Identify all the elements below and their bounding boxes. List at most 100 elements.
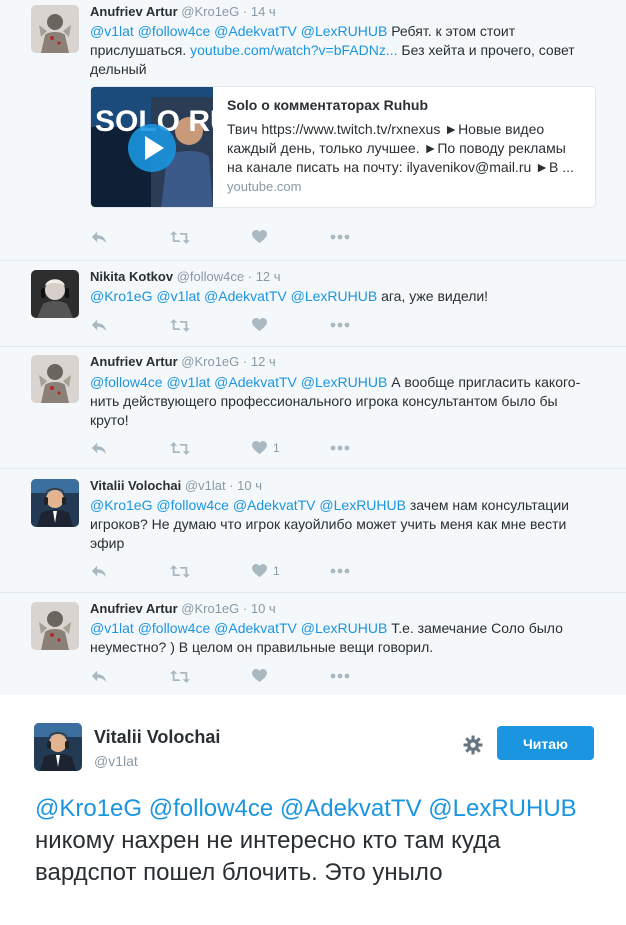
like-button[interactable]: 1	[252, 439, 280, 457]
avatar[interactable]	[31, 355, 79, 403]
author-name[interactable]: Anufriev Artur	[90, 354, 178, 369]
mention[interactable]: @AdekvatTV	[233, 497, 316, 513]
separator: ·	[229, 478, 234, 493]
heart-icon	[252, 669, 267, 683]
mention[interactable]: @Kro1eG	[90, 288, 152, 304]
mention[interactable]: @Kro1eG	[35, 795, 142, 822]
mention[interactable]: @AdekvatTV	[204, 288, 287, 304]
more-icon	[330, 322, 350, 328]
card-title[interactable]: Solo о комментаторах Ruhub	[227, 97, 428, 113]
mention[interactable]: @LexRUHUB	[301, 23, 388, 39]
author-handle[interactable]: @Kro1eG	[181, 354, 239, 369]
conversation-thread: Anufriev Artur @Kro1eG · 14 ч @v1lat @fo…	[0, 0, 626, 695]
author-handle[interactable]: @v1lat	[185, 478, 226, 493]
mention[interactable]: @v1lat	[156, 288, 200, 304]
author-name[interactable]: Anufriev Artur	[90, 4, 178, 19]
mention[interactable]: @LexRUHUB	[291, 288, 378, 304]
heart-icon	[252, 230, 267, 244]
retweet-button[interactable]	[170, 228, 190, 246]
tweet-item[interactable]: Vitalii Volochai @v1lat · 10 ч @Kro1eG @…	[0, 469, 626, 593]
tweet-item[interactable]: Nikita Kotkov @follow4ce · 12 ч @Kro1eG …	[0, 261, 626, 347]
card-thumbnail[interactable]: SOLO RUHUB	[91, 87, 213, 207]
timestamp[interactable]: 12 ч	[256, 269, 281, 284]
author-name[interactable]: Nikita Kotkov	[90, 269, 173, 284]
author-handle[interactable]: @Kro1eG	[181, 601, 239, 616]
mention[interactable]: @follow4ce	[138, 620, 211, 636]
reply-icon	[90, 229, 108, 245]
timestamp[interactable]: 14 ч	[251, 4, 276, 19]
timestamp[interactable]: 12 ч	[251, 354, 276, 369]
tweet-text: @follow4ce @v1lat @AdekvatTV @LexRUHUB А…	[90, 373, 590, 430]
retweet-button[interactable]	[170, 316, 190, 334]
timestamp[interactable]: 10 ч	[237, 478, 262, 493]
more-button[interactable]	[330, 667, 350, 685]
reply-button[interactable]	[90, 667, 108, 685]
mention[interactable]: @LexRUHUB	[319, 497, 406, 513]
more-button[interactable]	[330, 562, 350, 580]
like-button[interactable]: 1	[252, 562, 280, 580]
reply-button[interactable]	[90, 316, 108, 334]
retweet-button[interactable]	[170, 562, 190, 580]
separator: ·	[242, 4, 248, 19]
mention[interactable]: @follow4ce	[90, 374, 163, 390]
avatar[interactable]	[34, 723, 82, 771]
mention[interactable]: @Kro1eG	[90, 497, 152, 513]
tweet-header: Nikita Kotkov @follow4ce · 12 ч	[90, 269, 281, 284]
avatar[interactable]	[31, 479, 79, 527]
author-name[interactable]: Vitalii Volochai	[90, 478, 181, 493]
mention[interactable]: @AdekvatTV	[214, 23, 297, 39]
retweet-icon	[170, 441, 190, 456]
more-button[interactable]	[330, 316, 350, 334]
tweet-header: Anufriev Artur @Kro1eG · 14 ч	[90, 4, 276, 19]
separator: ·	[242, 601, 248, 616]
mention[interactable]: @v1lat	[90, 23, 134, 39]
gear-icon[interactable]	[463, 735, 483, 755]
mention[interactable]: @v1lat	[166, 374, 210, 390]
heart-icon	[252, 318, 267, 332]
avatar[interactable]	[31, 602, 79, 650]
retweet-icon	[170, 318, 190, 333]
tweet-actions	[90, 228, 390, 248]
avatar[interactable]	[31, 270, 79, 318]
timestamp[interactable]: 10 ч	[251, 601, 276, 616]
tweet-text: @Kro1eG @follow4ce @AdekvatTV @LexRUHUB …	[90, 496, 590, 553]
author-handle[interactable]: @follow4ce	[177, 269, 244, 284]
main-tweet-text: @Kro1eG @follow4ce @AdekvatTV @LexRUHUB …	[35, 793, 595, 889]
mention[interactable]: @follow4ce	[138, 23, 211, 39]
mention[interactable]: @LexRUHUB	[428, 795, 576, 822]
tweet-body: никому нахрен не интересно кто там куда …	[35, 827, 501, 886]
tweet-item[interactable]: Anufriev Artur @Kro1eG · 14 ч @v1lat @fo…	[0, 0, 626, 261]
reply-button[interactable]	[90, 562, 108, 580]
reply-icon	[90, 317, 108, 333]
card-domain: youtube.com	[227, 179, 302, 194]
heart-icon	[252, 564, 267, 578]
mention[interactable]: @LexRUHUB	[301, 620, 388, 636]
card-description: Твич https://www.twitch.tv/rxnexus ►Новы…	[227, 121, 574, 175]
tweet-item[interactable]: Anufriev Artur @Kro1eG · 10 ч @v1lat @fo…	[0, 593, 626, 695]
link-card[interactable]: SOLO RUHUB Solo о комментаторах Ruhub Тв…	[90, 86, 596, 208]
like-button[interactable]	[252, 316, 273, 334]
following-button[interactable]: Читаю	[497, 726, 594, 760]
mention[interactable]: @LexRUHUB	[301, 374, 388, 390]
author-name[interactable]: Vitalii Volochai	[94, 727, 220, 748]
avatar[interactable]	[31, 5, 79, 53]
reply-button[interactable]	[90, 228, 108, 246]
more-button[interactable]	[330, 228, 350, 246]
retweet-button[interactable]	[170, 439, 190, 457]
tweet-item[interactable]: Anufriev Artur @Kro1eG · 12 ч @follow4ce…	[0, 347, 626, 469]
youtube-link[interactable]: youtube.com/watch?v=bFADNz...	[190, 42, 397, 58]
author-handle[interactable]: @Kro1eG	[181, 4, 239, 19]
reply-button[interactable]	[90, 439, 108, 457]
retweet-button[interactable]	[170, 667, 190, 685]
author-name[interactable]: Anufriev Artur	[90, 601, 178, 616]
mention[interactable]: @AdekvatTV	[280, 795, 422, 822]
more-button[interactable]	[330, 439, 350, 457]
mention[interactable]: @follow4ce	[156, 497, 229, 513]
mention[interactable]: @follow4ce	[149, 795, 273, 822]
like-button[interactable]	[252, 228, 273, 246]
author-handle[interactable]: @v1lat	[94, 753, 138, 769]
mention[interactable]: @v1lat	[90, 620, 134, 636]
like-button[interactable]	[252, 667, 273, 685]
mention[interactable]: @AdekvatTV	[214, 620, 297, 636]
mention[interactable]: @AdekvatTV	[214, 374, 297, 390]
